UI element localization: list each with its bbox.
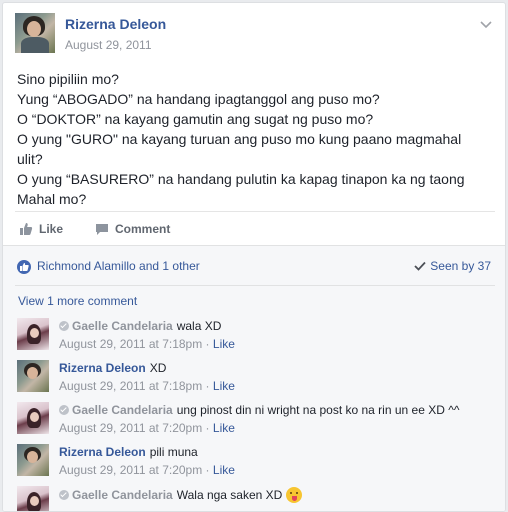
post-card: Rizerna Deleon August 29, 2011 Sino pipi…	[2, 2, 506, 512]
comment-item: Gaelle Candelaria ung pinost din ni wrig…	[17, 402, 497, 438]
post-line: O yung "GURO" na kayang turuan ang puso …	[17, 131, 462, 147]
checkmark-icon	[414, 261, 426, 271]
comment-author[interactable]: Rizerna Deleon	[59, 361, 146, 375]
post-date[interactable]: August 29, 2011	[65, 38, 152, 52]
likers-link[interactable]: Richmond Alamillo and 1 other	[37, 259, 200, 273]
comment-text: wala XD	[176, 319, 222, 333]
comment-label: Comment	[115, 222, 171, 236]
comment-time[interactable]: August 29, 2011 at 7:20pm	[59, 421, 202, 435]
thumbs-up-icon	[20, 223, 33, 235]
comment-text: ung pinost din ni wright na post ko na r…	[176, 403, 460, 417]
comment-item: Rizerna Deleon XD August 29, 2011 at 7:1…	[17, 360, 497, 396]
comment-item: Gaelle Candelaria Wala nga saken XD	[17, 486, 497, 511]
comment-time[interactable]: August 29, 2011 at 7:20pm	[59, 463, 202, 477]
verified-icon	[59, 490, 69, 500]
comment-item: Rizerna Deleon pili muna August 29, 2011…	[17, 444, 497, 480]
seen-by[interactable]: Seen by 37	[414, 259, 491, 273]
comment-button[interactable]: Comment	[95, 222, 170, 236]
like-badge-icon	[17, 260, 31, 274]
commenter-avatar[interactable]	[17, 486, 49, 511]
commenter-avatar[interactable]	[17, 444, 49, 476]
comment-author[interactable]: Gaelle Candelaria	[72, 403, 173, 417]
comment-like-link[interactable]: Like	[213, 379, 235, 393]
comment-time[interactable]: August 29, 2011 at 7:18pm	[59, 379, 202, 393]
reactions-bar: Richmond Alamillo and 1 other Seen by 37	[15, 246, 495, 286]
commenter-avatar[interactable]	[17, 318, 49, 350]
post-line: Sino pipiliin mo?	[17, 71, 119, 87]
author-avatar[interactable]	[15, 13, 55, 53]
comment-like-link[interactable]: Like	[213, 421, 235, 435]
comment-text: pili muna	[149, 445, 198, 459]
post-line: O yung “BASURERO” na handang pulutin ka …	[17, 171, 465, 187]
comment-time[interactable]: August 29, 2011 at 7:18pm	[59, 337, 202, 351]
comment-text: XD	[149, 361, 167, 375]
post-line: ulit?	[17, 151, 43, 167]
verified-icon	[59, 321, 69, 331]
comment-text: Wala nga saken XD	[176, 488, 283, 502]
comment-item: Gaelle Candelaria wala XD August 29, 201…	[17, 318, 497, 354]
comment-like-link[interactable]: Like	[213, 463, 235, 477]
commenter-avatar[interactable]	[17, 360, 49, 392]
seen-by-label: Seen by 37	[430, 259, 491, 273]
post-line: Mahal mo?	[17, 191, 87, 207]
comment-author[interactable]: Rizerna Deleon	[59, 445, 146, 459]
view-more-comments-link[interactable]: View 1 more comment	[18, 294, 137, 308]
comment-like-link[interactable]: Like	[213, 337, 235, 351]
commenter-avatar[interactable]	[17, 402, 49, 434]
post-line: Yung “ABOGADO” na handang ipagtanggol an…	[17, 91, 380, 107]
comment-author[interactable]: Gaelle Candelaria	[72, 488, 173, 502]
post-header: Rizerna Deleon August 29, 2011	[15, 13, 495, 57]
post-author[interactable]: Rizerna Deleon	[65, 16, 166, 32]
post-line: O “DOKTOR” na kayang gamutin ang sugat n…	[17, 111, 374, 127]
like-button[interactable]: Like	[19, 222, 63, 236]
post-actions: Like Comment	[15, 211, 495, 249]
comments-section: Richmond Alamillo and 1 other Seen by 37…	[3, 245, 505, 511]
post-body: Sino pipiliin mo? Yung “ABOGADO” na hand…	[17, 69, 487, 209]
comment-icon	[96, 224, 108, 235]
chevron-down-icon[interactable]	[479, 17, 493, 31]
comment-author[interactable]: Gaelle Candelaria	[72, 319, 173, 333]
like-label: Like	[39, 222, 64, 236]
verified-icon	[59, 405, 69, 415]
